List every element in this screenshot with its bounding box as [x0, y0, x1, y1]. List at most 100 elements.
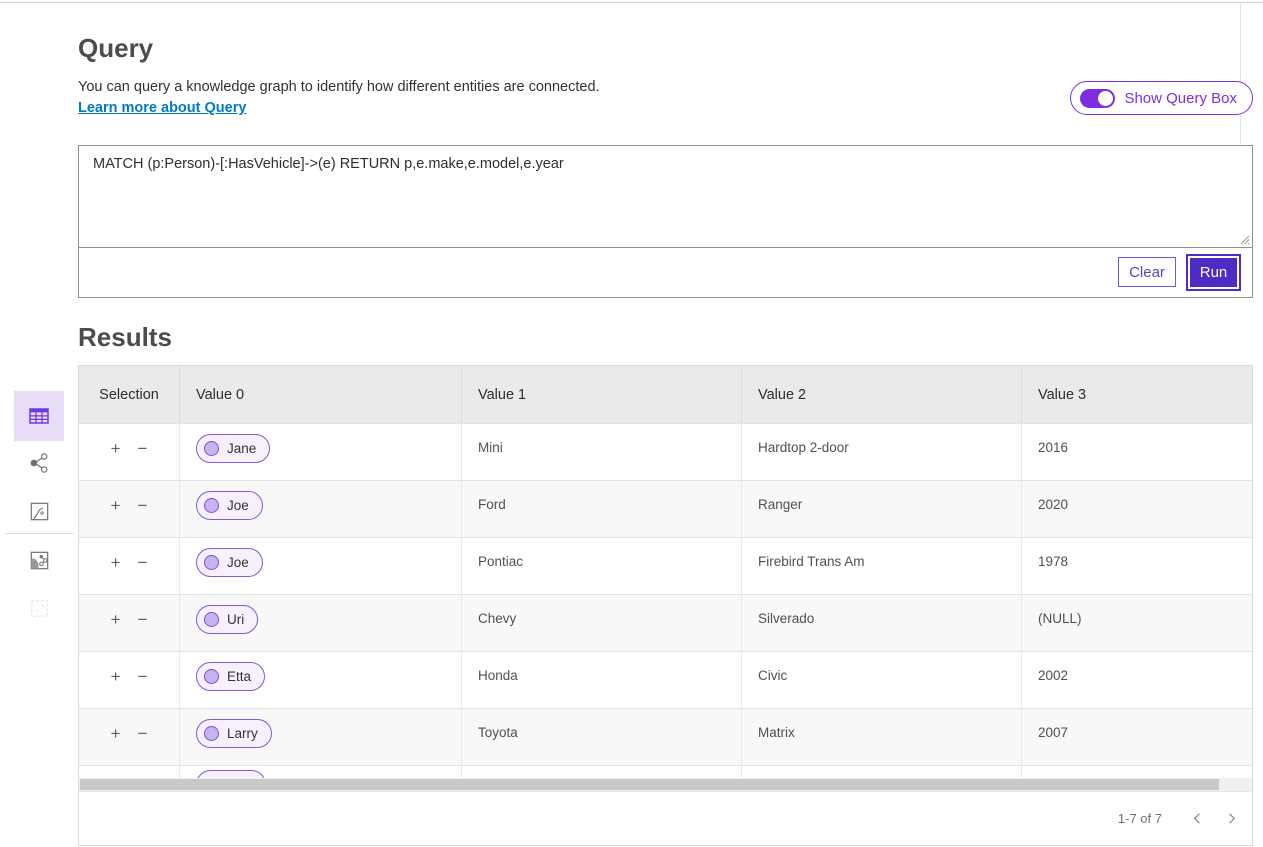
value2-cell: Silverado: [741, 595, 1021, 651]
entity-node-icon: [204, 669, 219, 684]
entity-pill[interactable]: Joe: [196, 548, 263, 577]
entity-cell: Etta: [179, 652, 461, 708]
value1-cell: Pontiac: [461, 538, 741, 594]
run-button[interactable]: Run: [1186, 254, 1241, 291]
value2-cell: Ranger: [741, 481, 1021, 537]
sidebar-item-map-link-chart-view[interactable]: [26, 547, 52, 573]
row-selection-cell: + −: [79, 481, 179, 537]
entity-pill[interactable]: Etta: [196, 662, 265, 691]
link-chart-icon: [27, 451, 51, 475]
add-to-selection-button[interactable]: +: [111, 725, 121, 765]
column-header-value3: Value 3: [1021, 366, 1252, 423]
sidebar-item-link-chart-view[interactable]: [26, 450, 52, 476]
sidebar-item-map-view[interactable]: [26, 498, 52, 524]
entity-cell: Uri: [179, 595, 461, 651]
value1-cell: Honda: [461, 652, 741, 708]
query-input[interactable]: MATCH (p:Person)-[:HasVehicle]->(e) RETU…: [79, 146, 1252, 247]
table-row: + − Larry Toyota Matrix 2007: [79, 708, 1252, 765]
entity-name: Joe: [227, 498, 249, 513]
remove-from-selection-button[interactable]: −: [138, 440, 148, 480]
entity-pill[interactable]: [196, 770, 266, 778]
row-selection-cell: + −: [79, 595, 179, 651]
table-row: + − Jane Mini Hardtop 2-door 2016: [79, 423, 1252, 480]
entity-node-icon: [204, 555, 219, 570]
remove-from-selection-button[interactable]: −: [138, 668, 148, 708]
table-row: + − Joe Pontiac Firebird Trans Am 1978: [79, 537, 1252, 594]
remove-from-selection-button[interactable]: −: [138, 611, 148, 651]
value1-cell: Ford: [461, 481, 741, 537]
row-selection-cell: + −: [79, 424, 179, 480]
sidebar-item-table-view[interactable]: [14, 391, 64, 441]
entity-name: Joe: [227, 555, 249, 570]
horizontal-scrollbar[interactable]: [79, 778, 1252, 791]
add-to-selection-button[interactable]: +: [111, 611, 121, 651]
entity-name: Jane: [227, 441, 256, 456]
entity-cell: Jane: [179, 424, 461, 480]
value3-cell: 2016: [1021, 424, 1252, 480]
horizontal-scrollbar-thumb[interactable]: [80, 779, 1219, 790]
learn-more-link[interactable]: Learn more about Query: [78, 100, 246, 116]
row-selection-cell: + −: [79, 652, 179, 708]
results-title: Results: [78, 322, 172, 353]
toggle-switch-icon[interactable]: [1080, 89, 1115, 108]
value1-cell: Chevy: [461, 595, 741, 651]
clear-button[interactable]: Clear: [1118, 257, 1176, 287]
column-header-value1: Value 1: [461, 366, 741, 423]
remove-from-selection-button[interactable]: −: [138, 725, 148, 765]
map-icon: [27, 499, 52, 524]
entity-name: Uri: [227, 612, 244, 627]
query-box: MATCH (p:Person)-[:HasVehicle]->(e) RETU…: [78, 145, 1253, 298]
previous-page-button[interactable]: [1184, 806, 1210, 832]
remove-from-selection-button[interactable]: −: [138, 554, 148, 594]
entity-name: Larry: [227, 726, 258, 741]
value3-cell: 2007: [1021, 709, 1252, 765]
map-link-chart-icon: [27, 548, 52, 573]
entity-node-icon: [204, 612, 219, 627]
sidebar-item-selection-view-disabled[interactable]: [26, 595, 52, 621]
row-selection-cell: + −: [79, 538, 179, 594]
entity-pill[interactable]: Larry: [196, 719, 272, 748]
value2-cell: Hardtop 2-door: [741, 424, 1021, 480]
entity-cell: Larry: [179, 709, 461, 765]
remove-from-selection-button[interactable]: −: [138, 497, 148, 537]
sidebar-divider: [5, 533, 74, 534]
query-textarea-wrap: MATCH (p:Person)-[:HasVehicle]->(e) RETU…: [79, 146, 1252, 248]
dashed-selection-icon: [27, 596, 52, 621]
query-box-footer: Clear Run: [79, 248, 1252, 296]
row-selection-cell: [79, 766, 179, 778]
chevron-right-icon: [1224, 811, 1239, 826]
results-table-card: Selection Value 0 Value 1 Value 2 Value …: [78, 365, 1253, 846]
table-header-row: Selection Value 0 Value 1 Value 2 Value …: [79, 366, 1252, 423]
value1-cell: Toyota: [461, 709, 741, 765]
entity-pill[interactable]: Uri: [196, 605, 258, 634]
table-icon: [26, 403, 52, 429]
add-to-selection-button[interactable]: +: [111, 554, 121, 594]
value3-cell: 2002: [1021, 652, 1252, 708]
table-row: + − Uri Chevy Silverado (NULL): [79, 594, 1252, 651]
resize-grip-icon[interactable]: [1238, 233, 1250, 245]
value1-cell: [461, 766, 741, 778]
value2-cell: Matrix: [741, 709, 1021, 765]
entity-cell: Joe: [179, 538, 461, 594]
value3-cell: (NULL): [1021, 595, 1252, 651]
entity-cell: Joe: [179, 481, 461, 537]
entity-pill[interactable]: Jane: [196, 434, 270, 463]
pagination-range: 1-7 of 7: [1118, 811, 1162, 826]
entity-node-icon: [204, 726, 219, 741]
column-header-value2: Value 2: [741, 366, 1021, 423]
value2-cell: [741, 766, 1021, 778]
value1-cell: Mini: [461, 424, 741, 480]
entity-pill[interactable]: Joe: [196, 491, 263, 520]
add-to-selection-button[interactable]: +: [111, 497, 121, 537]
add-to-selection-button[interactable]: +: [111, 440, 121, 480]
panel-right-divider: [1240, 3, 1241, 145]
panel-top-border: [0, 2, 1263, 3]
value2-cell: Civic: [741, 652, 1021, 708]
show-query-box-toggle[interactable]: Show Query Box: [1070, 81, 1253, 115]
add-to-selection-button[interactable]: +: [111, 668, 121, 708]
table-row: + − Etta Honda Civic 2002: [79, 651, 1252, 708]
value3-cell: 2020: [1021, 481, 1252, 537]
entity-node-icon: [204, 498, 219, 513]
table-pagination-bar: 1-7 of 7: [79, 791, 1252, 845]
next-page-button[interactable]: [1218, 806, 1244, 832]
